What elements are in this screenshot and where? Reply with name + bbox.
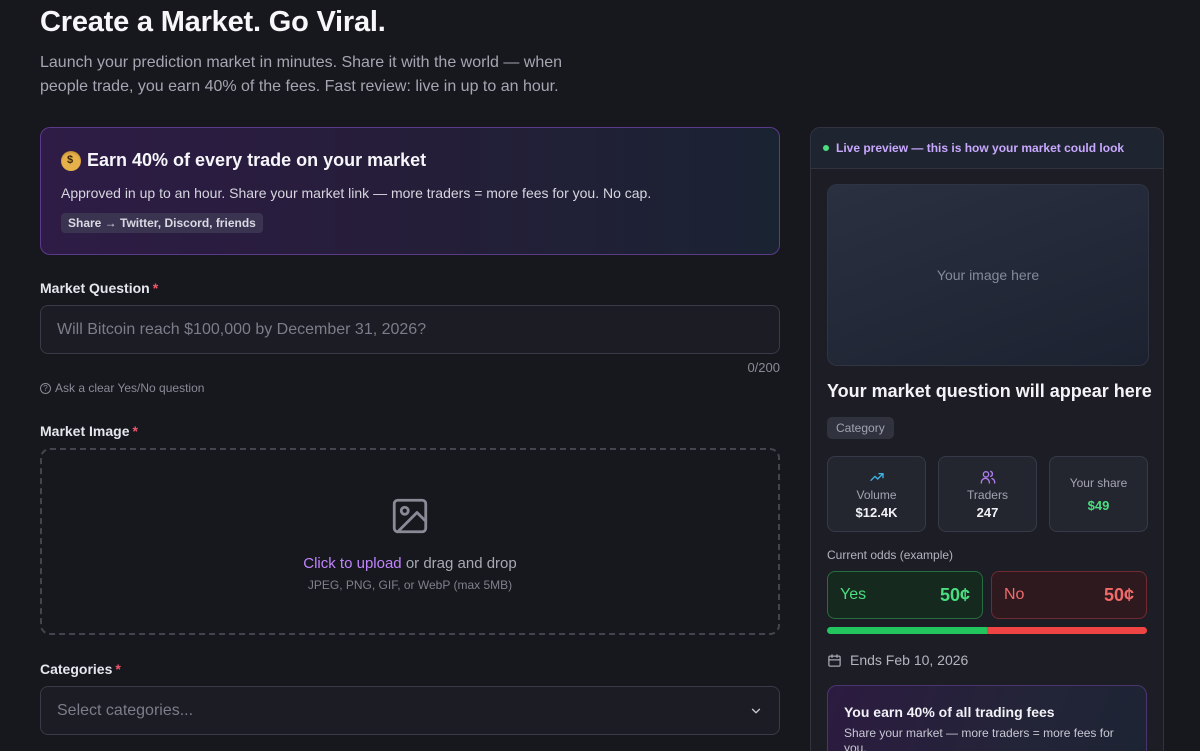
stat-volume: Volume $12.4K	[827, 456, 926, 532]
stat-value: 247	[976, 504, 999, 520]
hint-text: Ask a clear Yes/No question	[55, 381, 205, 395]
yes-outcome: Yes 50¢	[827, 571, 983, 619]
earnings-title: You earn 40% of all trading fees	[844, 704, 1055, 720]
stat-value: $12.4K	[855, 504, 898, 520]
odds-label: Current odds (example)	[827, 548, 954, 562]
preview-header-text: Live preview — this is how your market c…	[836, 141, 1125, 155]
char-counter: 0/200	[747, 360, 780, 375]
live-preview-panel: Live preview — this is how your market c…	[810, 127, 1164, 751]
share-tag: Share → Twitter, Discord, friends	[61, 213, 263, 233]
preview-question: Your market question will appear here	[827, 381, 1152, 401]
chevron-down-icon	[751, 708, 761, 713]
question-label-text: Market Question	[40, 280, 150, 296]
stat-label: Your share	[1069, 475, 1128, 490]
money-bag-icon	[61, 150, 81, 171]
market-question-input[interactable]: Will Bitcoin reach $100,000 by December …	[40, 305, 780, 354]
end-date-text: Ends Feb 10, 2026	[850, 652, 969, 668]
required-marker: *	[132, 423, 138, 439]
image-label: Market Image *	[40, 423, 138, 439]
categories-select[interactable]: Select categories...	[40, 686, 780, 735]
click-to-upload-link[interactable]: Click to upload	[303, 555, 401, 572]
categories-label: Categories *	[40, 661, 121, 677]
no-outcome: No 50¢	[991, 571, 1147, 619]
image-upload-dropzone[interactable]: Click to upload or drag and drop JPEG, P…	[40, 448, 780, 635]
drag-drop-text: or drag and drop	[401, 555, 517, 572]
categories-placeholder: Select categories...	[57, 701, 194, 719]
no-price: 50¢	[1103, 584, 1134, 605]
promo-heading: Earn 40% of every trade on your market	[61, 150, 759, 171]
help-icon: ?	[40, 382, 51, 394]
fee-promo-banner: Earn 40% of every trade on your market A…	[40, 127, 780, 255]
promo-description: Approved in up to an hour. Share your ma…	[61, 185, 652, 201]
required-marker: *	[115, 661, 121, 677]
stat-your-share: Your share $49	[1049, 456, 1148, 532]
categories-label-text: Categories	[40, 661, 113, 677]
users-icon	[980, 470, 995, 484]
promo-title: Earn 40% of every trade on your market	[87, 150, 427, 170]
calendar-icon	[828, 653, 841, 667]
trending-up-icon	[869, 472, 884, 481]
earnings-card: You earn 40% of all trading fees Share y…	[827, 685, 1147, 751]
image-label-text: Market Image	[40, 423, 130, 439]
page-title: Create a Market. Go Viral.	[40, 6, 386, 38]
yes-label: Yes	[840, 586, 867, 603]
question-placeholder: Will Bitcoin reach $100,000 by December …	[57, 320, 427, 338]
question-hint: ? Ask a clear Yes/No question	[40, 381, 204, 395]
stat-label: Traders	[967, 487, 1008, 502]
upload-formats: JPEG, PNG, GIF, or WebP (max 5MB)	[307, 578, 513, 592]
stat-traders: Traders 247	[938, 456, 1037, 532]
preview-header: Live preview — this is how your market c…	[811, 128, 1163, 169]
upload-instructions: Click to upload or drag and drop	[303, 555, 516, 572]
end-date: Ends Feb 10, 2026	[827, 652, 968, 668]
earnings-subtitle: Share your market — more traders = more …	[844, 726, 1114, 751]
preview-category-badge: Category	[827, 417, 894, 439]
question-label: Market Question *	[40, 280, 158, 296]
stat-value: $49	[1087, 497, 1110, 513]
image-icon	[392, 498, 428, 534]
required-marker: *	[152, 280, 159, 296]
page-subtitle: Launch your prediction market in minutes…	[40, 54, 563, 95]
yes-odds-fill	[827, 627, 987, 634]
live-dot-icon	[823, 145, 829, 151]
preview-image-placeholder: Your image here	[827, 184, 1149, 366]
no-odds-fill	[987, 627, 1147, 634]
stat-label: Volume	[856, 487, 897, 502]
odds-bar	[827, 627, 1147, 634]
no-label: No	[1004, 586, 1025, 603]
image-placeholder-text: Your image here	[936, 267, 1040, 283]
yes-price: 50¢	[939, 584, 970, 605]
